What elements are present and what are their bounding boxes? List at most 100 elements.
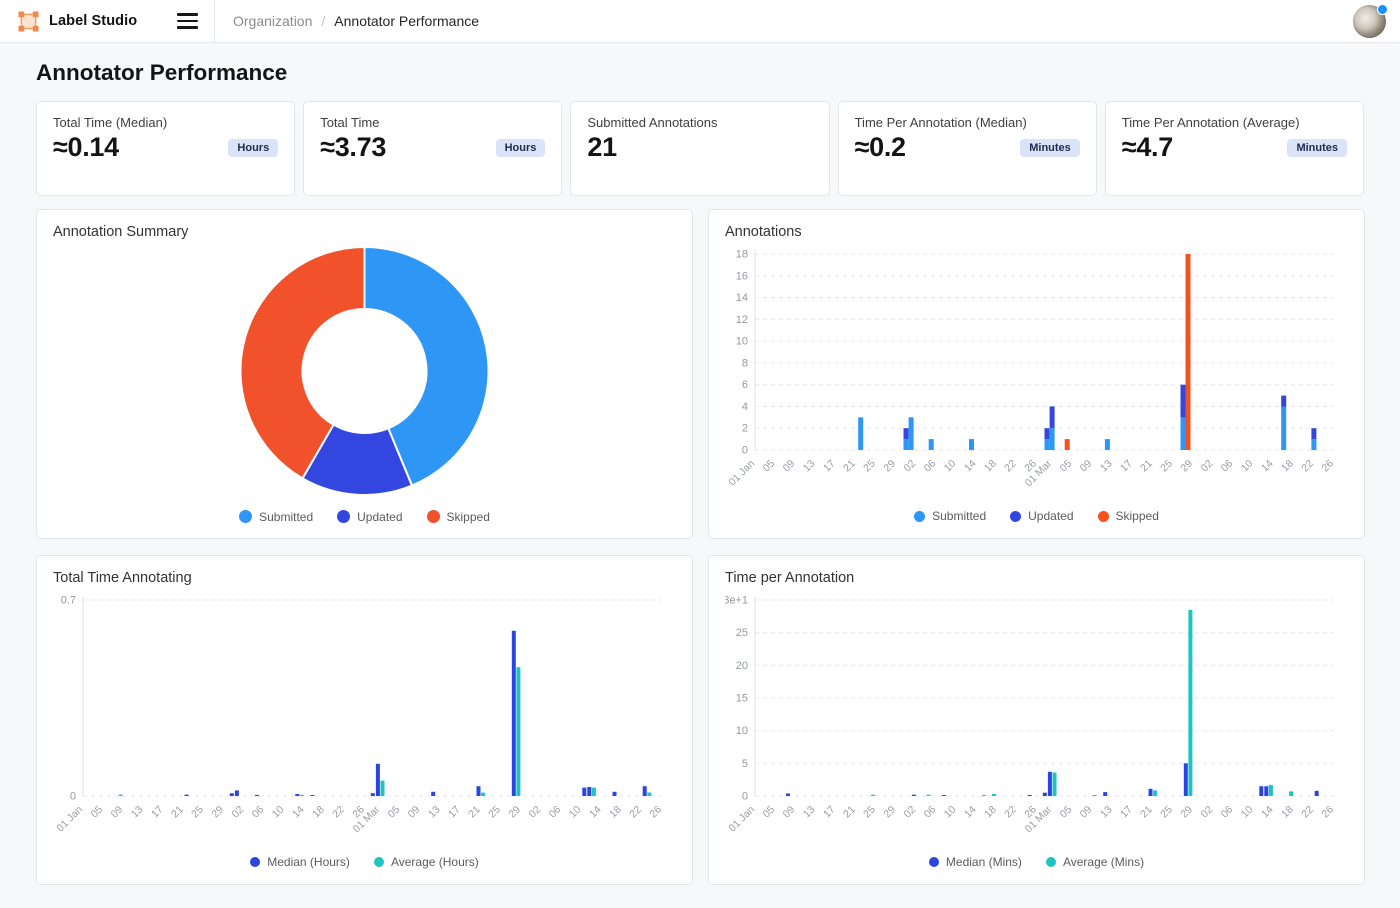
x-tick-label: 14 — [587, 804, 604, 821]
x-tick-label: 29 — [1178, 458, 1195, 475]
legend-item-average-hours[interactable]: Average (Hours) — [374, 855, 479, 869]
x-tick-label: 01 Jan — [54, 804, 85, 835]
legend-item-updated[interactable]: Updated — [1010, 509, 1073, 523]
bar-average — [592, 788, 596, 796]
y-tick-label: 10 — [736, 336, 748, 348]
label-studio-logo-icon[interactable] — [18, 11, 39, 32]
legend-label: Skipped — [447, 510, 490, 524]
x-tick-label: 22 — [330, 804, 347, 821]
x-tick-label: 17 — [1118, 804, 1135, 821]
bar-submitted — [858, 417, 863, 450]
legend-color-dot — [337, 510, 350, 523]
x-tick-label: 17 — [821, 804, 838, 821]
x-tick-label: 02 — [229, 804, 246, 821]
chart-title: Total Time Annotating — [53, 570, 676, 586]
x-tick-label: 17 — [149, 804, 166, 821]
bar-skipped — [1186, 254, 1191, 450]
x-tick-label: 13 — [1098, 458, 1115, 475]
x-tick-label: 10 — [1239, 804, 1256, 821]
unit-badge: Minutes — [1020, 139, 1080, 157]
bar-updated — [1281, 396, 1286, 407]
x-tick-label: 29 — [506, 804, 523, 821]
legend-color-dot — [1046, 857, 1056, 867]
x-tick-label: 17 — [1118, 458, 1135, 475]
y-tick-label: 0.7 — [61, 595, 76, 607]
x-tick-label: 29 — [881, 804, 898, 821]
breadcrumb-separator: / — [321, 13, 325, 29]
x-tick-label: 26 — [1319, 458, 1336, 475]
bar-updated — [1181, 385, 1186, 418]
legend-item-average-mins[interactable]: Average (Mins) — [1046, 855, 1144, 869]
x-tick-label: 10 — [270, 804, 287, 821]
bar-median — [310, 795, 314, 796]
bar-submitted — [904, 439, 909, 450]
x-tick-label: 21 — [1138, 804, 1155, 821]
stat-card-total-time: Total Time ≈3.73 Hours — [303, 101, 562, 196]
stat-value: ≈0.14 — [53, 132, 119, 163]
bar-median — [477, 786, 481, 796]
legend-color-dot — [1098, 511, 1109, 522]
stat-card-total-time-median: Total Time (Median) ≈0.14 Hours — [36, 101, 295, 196]
stat-value: ≈3.73 — [320, 132, 386, 163]
x-tick-label: 22 — [1299, 804, 1316, 821]
legend-item-submitted[interactable]: Submitted — [239, 510, 313, 524]
x-tick-label: 25 — [486, 804, 503, 821]
brand-block: Label Studio — [0, 0, 215, 42]
unit-badge: Minutes — [1287, 139, 1347, 157]
y-tick-label: 15 — [736, 693, 748, 705]
legend-item-skipped[interactable]: Skipped — [1098, 509, 1159, 523]
stat-label: Submitted Annotations — [587, 115, 812, 130]
bar-median — [230, 793, 234, 796]
x-tick-label: 25 — [1158, 458, 1175, 475]
x-tick-label: 21 — [169, 804, 186, 821]
bar-median — [1315, 791, 1319, 796]
bar-submitted — [969, 439, 974, 450]
time-per-annotation-card: Time per Annotation 3e+1252015105001 Jan… — [708, 555, 1365, 885]
bar-median — [185, 795, 189, 796]
stat-card-time-per-annotation-average: Time Per Annotation (Average) ≈4.7 Minut… — [1105, 101, 1364, 196]
hamburger-menu-button[interactable] — [175, 9, 200, 33]
bar-average — [1053, 773, 1057, 797]
x-tick-label: 21 — [841, 458, 858, 475]
x-tick-label: 18 — [982, 458, 999, 475]
y-tick-label: 18 — [736, 249, 748, 261]
legend-item-skipped[interactable]: Skipped — [427, 510, 490, 524]
x-tick-label: 10 — [942, 458, 959, 475]
x-tick-label: 13 — [1098, 804, 1115, 821]
bar-median — [1184, 763, 1188, 796]
bar-skipped — [1065, 439, 1070, 450]
bar-average — [1153, 790, 1157, 796]
bar-median — [371, 793, 375, 796]
bar-average — [300, 795, 304, 796]
brand-name: Label Studio — [49, 13, 165, 29]
x-tick-label: 09 — [781, 804, 798, 821]
breadcrumb-annotator-performance: Annotator Performance — [334, 13, 479, 29]
x-tick-label: 05 — [1058, 804, 1075, 821]
x-tick-label: 05 — [88, 804, 105, 821]
total-time-legend: Median (Hours) Average (Hours) — [53, 850, 676, 874]
bar-chart-svg: 3e+1252015105001 Jan05091317212529020610… — [725, 588, 1348, 842]
legend-item-median-hours[interactable]: Median (Hours) — [250, 855, 350, 869]
x-tick-label: 09 — [109, 804, 126, 821]
x-tick-label: 09 — [406, 804, 423, 821]
y-tick-label: 4 — [742, 401, 748, 413]
legend-label: Submitted — [932, 509, 986, 523]
bar-median — [587, 787, 591, 796]
x-tick-label: 18 — [310, 804, 327, 821]
hamburger-line — [177, 26, 198, 29]
x-tick-label: 06 — [250, 804, 267, 821]
legend-item-updated[interactable]: Updated — [337, 510, 402, 524]
legend-item-median-mins[interactable]: Median (Mins) — [929, 855, 1022, 869]
x-tick-label: 06 — [922, 804, 939, 821]
bar-updated — [904, 428, 909, 439]
user-avatar[interactable] — [1353, 5, 1386, 38]
y-tick-label: 3e+1 — [725, 595, 748, 607]
legend-item-submitted[interactable]: Submitted — [914, 509, 986, 523]
x-tick-label: 14 — [1259, 458, 1276, 475]
y-tick-label: 14 — [736, 292, 748, 304]
y-tick-label: 12 — [736, 314, 748, 326]
breadcrumb-organization[interactable]: Organization — [233, 13, 312, 29]
chart-title: Annotations — [725, 224, 1348, 240]
x-tick-label: 18 — [982, 804, 999, 821]
legend-color-dot — [1010, 511, 1021, 522]
